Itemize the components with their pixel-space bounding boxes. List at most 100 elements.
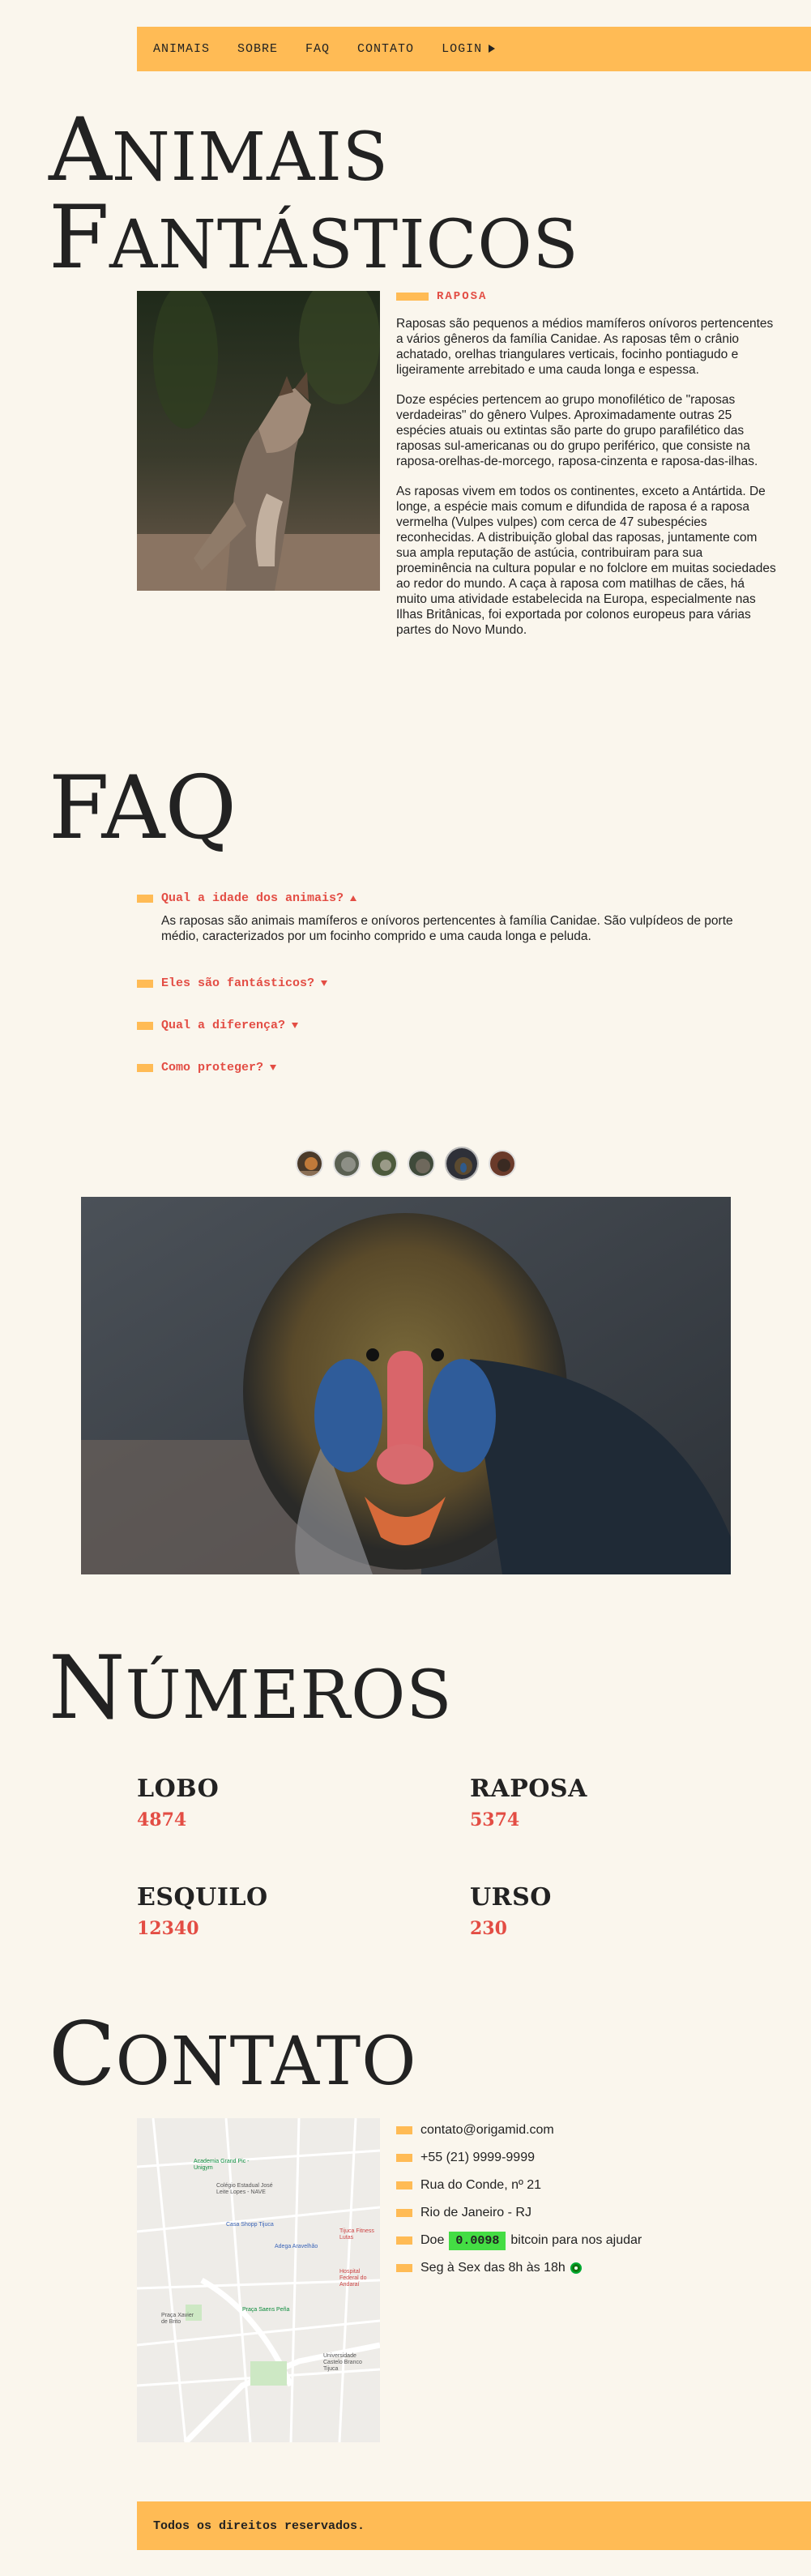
nav-faq-link[interactable]: FAQ (305, 42, 330, 56)
contact-hours: Seg à Sex das 8h às 18h (396, 2254, 785, 2282)
donate-pre-text: Doe (420, 2233, 445, 2247)
phone-text: +55 (21) 9999-9999 (420, 2151, 535, 2164)
map-label: Colégio Estadual José Leite Lopes - NAVE (216, 2183, 273, 2195)
number-item-lobo: LOBO 4874 (137, 1775, 420, 1831)
number-value: 4874 (137, 1809, 187, 1831)
thumbnail-bear[interactable] (407, 1150, 435, 1177)
map-label: Praça Xavier de Brito (161, 2313, 194, 2325)
login-label: LOGIN (442, 42, 483, 56)
number-value: 230 (470, 1918, 507, 1939)
title-cap: N (49, 1638, 126, 1739)
email-text: contato@origamid.com (420, 2123, 554, 2137)
address-text: Rua do Conde, nº 21 (420, 2178, 542, 2192)
numeros-title: Números (49, 1645, 453, 1732)
number-item-esquilo: ESQUILO 12340 (137, 1883, 420, 1939)
faq-question[interactable]: Qual a idade dos animais? (137, 891, 769, 905)
footer-text: Todos os direitos reservados. (153, 2518, 365, 2533)
map-label: Adega Aravelhão (275, 2244, 318, 2249)
paragraph: Doze espécies pertencem ao grupo monofil… (396, 393, 758, 468)
paragraph: As raposas vivem em todos os continentes… (396, 485, 776, 637)
faq-question-text: Qual a idade dos animais? (161, 891, 344, 905)
mandrill-image (81, 1197, 731, 1574)
faq-title: FAQ (49, 765, 237, 852)
contact-phone[interactable]: +55 (21) 9999-9999 (396, 2144, 785, 2172)
map-label: Tijuca Fitness Lutas (339, 2228, 374, 2241)
arrow-down-icon (270, 1065, 277, 1070)
accent-bar (396, 2264, 412, 2272)
faq-question-text: Como proteger? (161, 1061, 264, 1074)
accent-bar (137, 1021, 153, 1030)
title-rest: nimais (112, 119, 389, 196)
faq-question-text: Qual a diferença? (161, 1019, 286, 1032)
accent-bar (137, 979, 153, 988)
accent-bar (137, 1063, 153, 1072)
number-name: ESQUILO (137, 1883, 268, 1912)
map-label: Academia Grand Pic - Unigym (194, 2159, 250, 2171)
number-name: URSO (470, 1883, 552, 1912)
nav-login-link[interactable]: LOGIN (442, 42, 496, 56)
hours-text: Seg à Sex das 8h às 18h (420, 2261, 566, 2275)
accent-bar (396, 2181, 412, 2189)
faq-title-text: FAQ (49, 758, 237, 859)
accent-bar (396, 2126, 412, 2134)
thumbnail-fox[interactable] (295, 1150, 323, 1177)
number-value: 5374 (470, 1809, 520, 1831)
contact-donate: Doe 0.0098 bitcoin para nos ajudar (396, 2227, 785, 2254)
thumbnail-monkey[interactable] (488, 1150, 516, 1177)
title-cap: A (49, 100, 112, 201)
footer: Todos os direitos reservados. (137, 2501, 811, 2550)
faq-item: Qual a diferença? (137, 1019, 769, 1032)
arrow-down-icon (292, 1023, 299, 1028)
faq-question[interactable]: Eles são fantásticos? (137, 976, 769, 990)
paragraph: Raposas são pequenos a médios mamíferos … (396, 317, 774, 377)
location-map[interactable]: Academia Grand Pic - Unigym Colégio Esta… (137, 2118, 380, 2442)
nav-contato-link[interactable]: CONTATO (357, 42, 414, 56)
faq-question[interactable]: Qual a diferença? (137, 1019, 769, 1032)
nav-sobre-link[interactable]: SOBRE (237, 42, 278, 56)
contact-info: contato@origamid.com +55 (21) 9999-9999 … (396, 2117, 785, 2282)
contact-city: Rio de Janeiro - RJ (396, 2199, 785, 2227)
nav-animais-link[interactable]: ANIMAIS (153, 42, 210, 56)
section-label: RAPOSA (396, 290, 777, 303)
accent-bar (137, 894, 153, 903)
arrow-right-icon (489, 45, 496, 53)
accent-bar (396, 293, 429, 301)
city-text: Rio de Janeiro - RJ (420, 2206, 531, 2219)
thumbnail-mandrill[interactable] (444, 1147, 479, 1181)
fox-image (137, 291, 380, 591)
map-label: Praça Saens Peña (242, 2307, 290, 2313)
number-name: RAPOSA (470, 1775, 587, 1803)
faq-answer: As raposas são animais mamíferos e onívo… (161, 914, 733, 943)
accent-bar (396, 2154, 412, 2162)
contact-email[interactable]: contato@origamid.com (396, 2117, 785, 2144)
title2-cap: F (49, 187, 109, 288)
contato-title: Contato (49, 2011, 416, 2099)
animal-label: RAPOSA (437, 290, 488, 303)
number-value: 12340 (137, 1918, 199, 1939)
arrow-up-icon (350, 895, 357, 901)
accent-bar (396, 2209, 412, 2217)
title-cap: C (49, 2004, 116, 2105)
top-nav: ANIMAIS SOBRE FAQ CONTATO LOGIN (137, 27, 811, 71)
thumbnail-squirrel[interactable] (369, 1150, 398, 1177)
number-item-raposa: RAPOSA 5374 (470, 1775, 753, 1831)
gallery-thumbnails (0, 1147, 811, 1181)
contact-address: Rua do Conde, nº 21 (396, 2172, 785, 2199)
faq-question[interactable]: Como proteger? (137, 1061, 769, 1074)
title-rest: ontato (115, 2023, 417, 2100)
number-name: LOBO (137, 1775, 220, 1803)
animais-title: Animais Fantásticos (49, 107, 579, 282)
accent-bar (396, 2236, 412, 2245)
faq-item: Eles são fantásticos? (137, 976, 769, 990)
faq-question-text: Eles são fantásticos? (161, 976, 315, 990)
map-label: Casa Shopp Tijuca (226, 2222, 274, 2228)
donate-post-text: bitcoin para nos ajudar (510, 2233, 642, 2247)
fox-description: RAPOSA Raposas são pequenos a médios mam… (396, 290, 777, 652)
thumbnail-wolf[interactable] (332, 1150, 361, 1177)
map-label: Hospital Federal do Andaraí (339, 2269, 367, 2288)
open-status-icon (570, 2262, 582, 2274)
faq-list: Qual a idade dos animais? As raposas são… (137, 891, 769, 1097)
bitcoin-amount: 0.0098 (449, 2231, 506, 2250)
faq-item: Como proteger? (137, 1061, 769, 1074)
faq-item: Qual a idade dos animais? As raposas são… (137, 891, 769, 944)
